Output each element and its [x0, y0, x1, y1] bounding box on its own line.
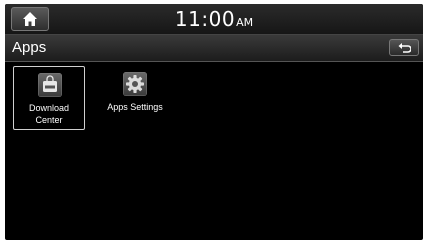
app-label-apps-settings: Apps Settings [99, 101, 171, 113]
status-bar: 11:00AM [5, 4, 423, 35]
shopping-bag-app-icon [38, 73, 62, 97]
title-bar: Apps [5, 35, 423, 62]
gear-icon [123, 72, 147, 96]
page-title: Apps [12, 39, 47, 56]
clock: 11:00AM [5, 7, 423, 35]
app-tile-download-center[interactable]: Download Center [13, 66, 85, 130]
app-label-line2: Center [35, 115, 63, 125]
app-tile-apps-settings[interactable]: Apps Settings [99, 66, 171, 130]
back-button[interactable] [389, 39, 419, 56]
app-screen: 11:00AM Apps Download Center Apps Settin… [5, 4, 423, 240]
back-arrow-icon [398, 43, 411, 53]
app-label-line1: Download [28, 103, 70, 113]
app-label-download-center: Download Center [14, 102, 84, 126]
app-label-line1: Apps Settings [107, 102, 163, 112]
clock-ampm: AM [236, 16, 254, 29]
clock-time: 11:00 [174, 7, 236, 31]
